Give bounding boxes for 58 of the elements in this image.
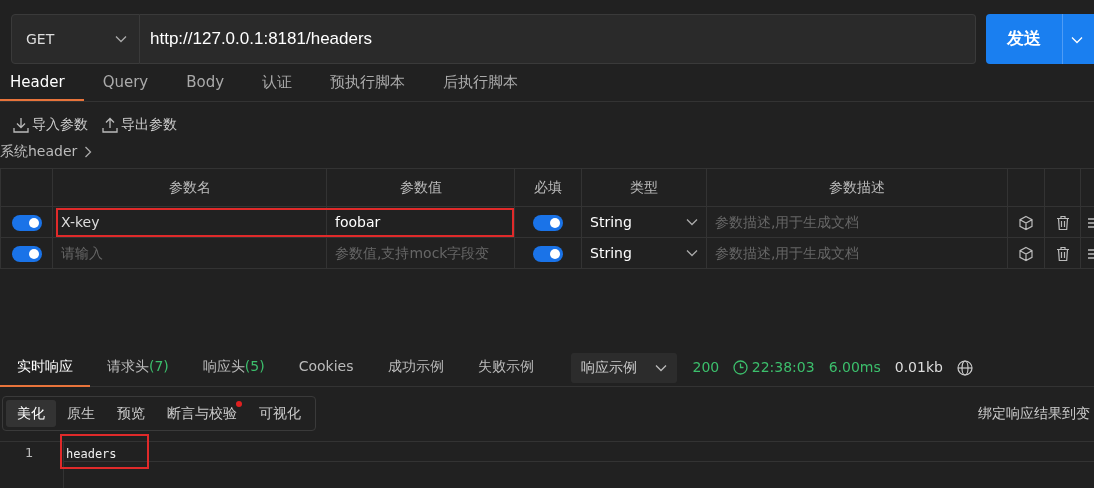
response-tab[interactable]: 失败示例 — [460, 348, 551, 387]
method-select[interactable]: GET — [11, 14, 140, 64]
menu-icon — [1087, 215, 1094, 230]
chevron-right-icon — [84, 145, 93, 158]
download-icon — [13, 116, 29, 133]
column-header: 类型 — [581, 168, 707, 207]
chevron-down-icon — [115, 35, 127, 43]
toggle-switch[interactable] — [12, 245, 42, 262]
request-tab[interactable]: 预执行脚本 — [311, 65, 425, 101]
toggle-switch[interactable] — [533, 245, 563, 262]
view-tab[interactable]: 预览 — [106, 400, 156, 427]
url-field[interactable]: http://127.0.0.1:8181/headers — [140, 14, 976, 64]
export-button[interactable]: 导出参数 — [102, 114, 177, 135]
request-tab[interactable]: 后执行脚本 — [424, 65, 538, 101]
response-size: 0.01kb — [894, 358, 943, 377]
line-number: 1 — [25, 444, 35, 462]
cube-icon — [1018, 214, 1034, 231]
example-select[interactable]: 响应示例 — [570, 352, 677, 383]
menu-icon — [1087, 246, 1094, 261]
response-time: 22:38:03 — [751, 358, 815, 377]
column-header: 参数描述 — [706, 168, 1008, 207]
status-code: 200 — [692, 358, 720, 377]
response-duration: 6.00ms — [828, 358, 881, 377]
globe-icon — [956, 359, 973, 376]
toggle-switch[interactable] — [12, 214, 42, 231]
view-tab[interactable]: 原生 — [56, 400, 106, 427]
system-header-toggle[interactable]: 系统header — [0, 141, 93, 162]
column-header: 参数名 — [52, 168, 327, 207]
upload-icon — [102, 116, 118, 133]
chevron-down-icon — [686, 218, 698, 226]
request-tab[interactable]: 认证 — [243, 65, 312, 101]
clock-icon — [733, 360, 749, 375]
response-tab[interactable]: 实时响应 — [0, 348, 90, 387]
response-tab[interactable]: 响应头(5) — [185, 348, 282, 387]
response-tab[interactable]: 成功示例 — [370, 348, 461, 387]
request-tab[interactable]: Body — [167, 65, 244, 101]
column-header: 参数值 — [326, 168, 515, 207]
cube-icon — [1018, 245, 1034, 262]
trash-icon — [1054, 245, 1071, 262]
code-line: headers — [65, 446, 117, 463]
name-field[interactable]: X-key — [52, 206, 327, 238]
request-tab[interactable]: Header — [0, 65, 84, 101]
toggle-switch[interactable] — [533, 214, 563, 231]
response-tab[interactable]: Cookies — [281, 348, 371, 387]
import-button[interactable]: 导入参数 — [13, 114, 88, 135]
trash-icon — [1054, 214, 1071, 231]
bind-response-link[interactable]: 绑定响应结果到变 — [978, 403, 1090, 424]
response-tab[interactable]: 请求头(7) — [90, 348, 186, 387]
view-tab[interactable]: 可视化 — [248, 400, 312, 427]
view-tab[interactable]: 断言与校验 — [156, 400, 248, 427]
chevron-down-icon — [1071, 35, 1083, 44]
chevron-down-icon — [686, 249, 698, 257]
send-button[interactable]: 发送 — [986, 14, 1062, 64]
value-field[interactable]: foobar — [326, 206, 515, 238]
chevron-down-icon — [654, 363, 667, 372]
view-tab[interactable]: 美化 — [6, 400, 56, 427]
request-tab[interactable]: Query — [83, 65, 168, 101]
column-header: 必填 — [514, 168, 582, 207]
